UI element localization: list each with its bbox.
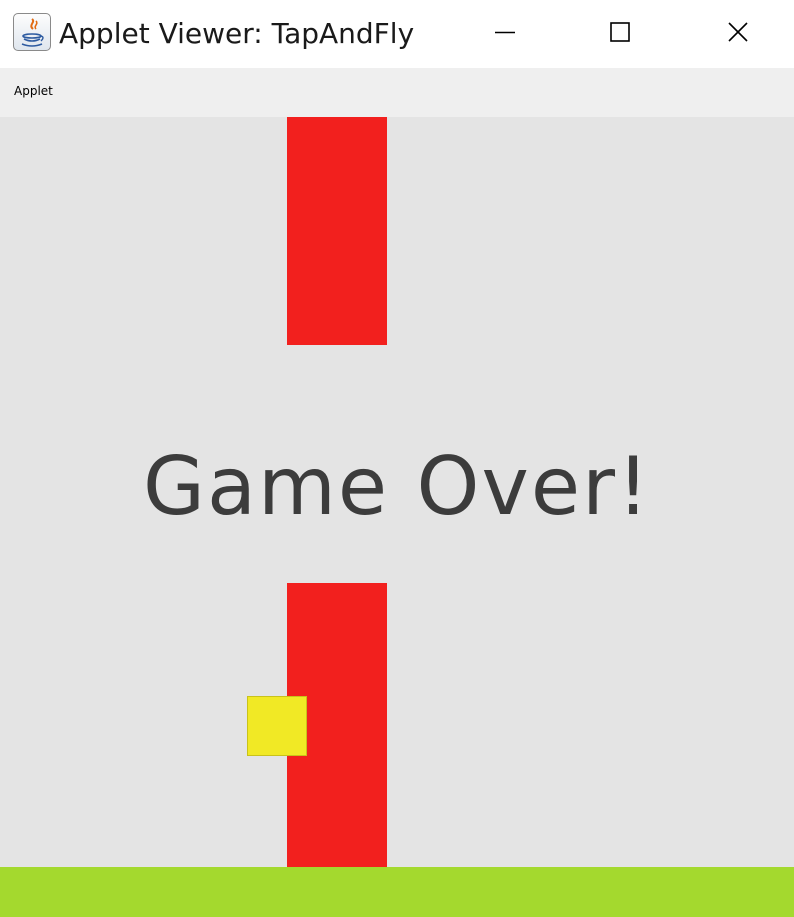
game-canvas[interactable]: Game Over! [0,117,794,917]
maximize-button[interactable] [563,0,679,66]
close-icon [728,22,748,42]
game-over-text: Game Over! [142,440,652,533]
menu-bar: Applet [0,68,794,117]
minimize-button[interactable] [448,0,564,66]
minimize-icon [495,31,515,34]
top-pipe [287,117,387,345]
ground [0,867,794,917]
menu-applet[interactable]: Applet [14,83,53,99]
maximize-icon [610,22,630,42]
player-bird [247,696,307,756]
java-coffee-cup-icon[interactable] [13,13,51,51]
title-bar[interactable]: Applet Viewer: TapAndFly [0,0,794,68]
close-button[interactable] [680,0,794,66]
window-title: Applet Viewer: TapAndFly [59,17,415,50]
applet-viewer-window: Applet Viewer: TapAndFly Applet Game Ove… [0,0,794,917]
